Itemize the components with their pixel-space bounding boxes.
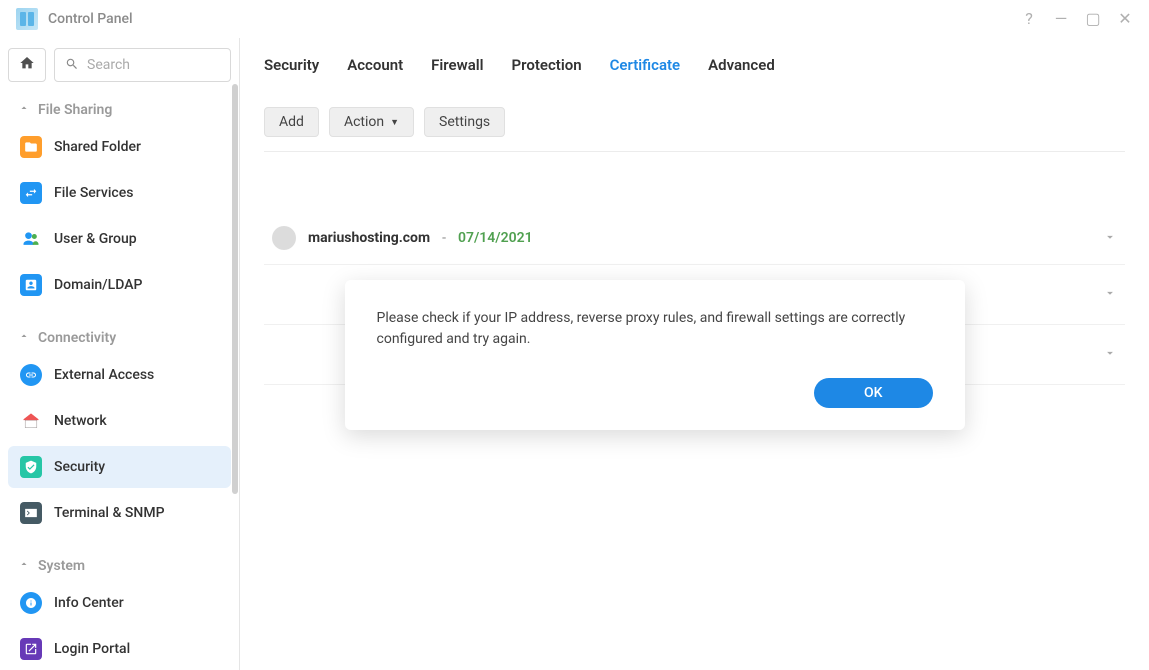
help-icon[interactable]: ?: [1021, 11, 1037, 27]
chevron-down-icon[interactable]: [1103, 229, 1117, 248]
tab-advanced[interactable]: Advanced: [708, 56, 775, 78]
caret-down-icon: ▼: [390, 117, 399, 128]
sidebar-item-label: Network: [54, 413, 107, 429]
sidebar-item-network[interactable]: Network: [8, 400, 231, 442]
sidebar-item-login-portal[interactable]: Login Portal: [8, 628, 231, 670]
chevron-down-icon[interactable]: [1103, 285, 1117, 304]
separator: -: [442, 230, 446, 246]
sidebar-item-terminal-snmp[interactable]: Terminal & SNMP: [8, 492, 231, 534]
modal-message: Please check if your IP address, reverse…: [377, 308, 933, 350]
tab-security[interactable]: Security: [264, 56, 319, 78]
section-file-sharing[interactable]: File Sharing: [8, 96, 231, 124]
maximize-icon[interactable]: ▢: [1085, 11, 1101, 27]
window-titlebar: Control Panel ? — ▢ ✕: [0, 0, 1149, 38]
chevron-up-icon: [18, 102, 30, 118]
sidebar: File Sharing Shared Folder File Services…: [0, 38, 240, 670]
section-label: Connectivity: [38, 330, 116, 346]
sidebar-item-file-services[interactable]: File Services: [8, 172, 231, 214]
file-services-icon: [20, 182, 42, 204]
sidebar-item-label: User & Group: [54, 231, 137, 247]
domain-ldap-icon: [20, 274, 42, 296]
toolbar: Add Action▼ Settings: [264, 93, 1125, 152]
scrollbar[interactable]: [232, 84, 238, 494]
sidebar-item-label: Domain/LDAP: [54, 277, 142, 293]
sidebar-item-label: Login Portal: [54, 641, 130, 657]
sidebar-item-shared-folder[interactable]: Shared Folder: [8, 126, 231, 168]
sidebar-item-external-access[interactable]: External Access: [8, 354, 231, 396]
search-box[interactable]: [54, 48, 231, 82]
tab-account[interactable]: Account: [347, 56, 403, 78]
sidebar-item-label: Info Center: [54, 595, 124, 611]
minimize-icon[interactable]: —: [1053, 11, 1069, 27]
sidebar-item-label: Shared Folder: [54, 139, 141, 155]
app-icon: [16, 8, 38, 30]
sidebar-item-label: Terminal & SNMP: [54, 505, 165, 521]
add-button[interactable]: Add: [264, 107, 319, 137]
login-portal-icon: [20, 638, 42, 660]
info-icon: [20, 592, 42, 614]
tabs: Security Account Firewall Protection Cer…: [264, 38, 1125, 93]
section-system[interactable]: System: [8, 552, 231, 580]
section-label: File Sharing: [38, 102, 112, 118]
action-button[interactable]: Action▼: [329, 107, 414, 137]
settings-button[interactable]: Settings: [424, 107, 505, 137]
home-button[interactable]: [8, 48, 46, 82]
search-input[interactable]: [87, 57, 220, 73]
tab-certificate[interactable]: Certificate: [610, 56, 681, 78]
certificate-row[interactable]: mariushosting.com - 07/14/2021: [264, 212, 1125, 265]
home-icon: [19, 55, 35, 75]
folder-icon: [20, 136, 42, 158]
chevron-down-icon[interactable]: [1103, 345, 1117, 364]
search-icon: [65, 56, 79, 75]
sidebar-item-domain-ldap[interactable]: Domain/LDAP: [8, 264, 231, 306]
section-label: System: [38, 558, 85, 574]
network-icon: [20, 410, 42, 432]
tab-firewall[interactable]: Firewall: [431, 56, 483, 78]
sidebar-item-label: Security: [54, 459, 105, 475]
user-group-icon: [20, 228, 42, 250]
sidebar-item-security[interactable]: Security: [8, 446, 231, 488]
section-connectivity[interactable]: Connectivity: [8, 324, 231, 352]
sidebar-item-label: File Services: [54, 185, 133, 201]
chevron-up-icon: [18, 330, 30, 346]
shield-icon: [20, 456, 42, 478]
error-modal: Please check if your IP address, reverse…: [345, 280, 965, 430]
terminal-icon: [20, 502, 42, 524]
sidebar-item-user-group[interactable]: User & Group: [8, 218, 231, 260]
certificate-name: mariushosting.com: [308, 230, 430, 246]
sidebar-item-label: External Access: [54, 367, 154, 383]
certificate-icon: [272, 226, 296, 250]
window-title: Control Panel: [48, 11, 133, 27]
tab-protection[interactable]: Protection: [512, 56, 582, 78]
sidebar-item-info-center[interactable]: Info Center: [8, 582, 231, 624]
ok-button[interactable]: OK: [814, 378, 933, 408]
close-icon[interactable]: ✕: [1117, 11, 1133, 27]
external-access-icon: [20, 364, 42, 386]
chevron-up-icon: [18, 558, 30, 574]
certificate-date: 07/14/2021: [458, 230, 533, 246]
